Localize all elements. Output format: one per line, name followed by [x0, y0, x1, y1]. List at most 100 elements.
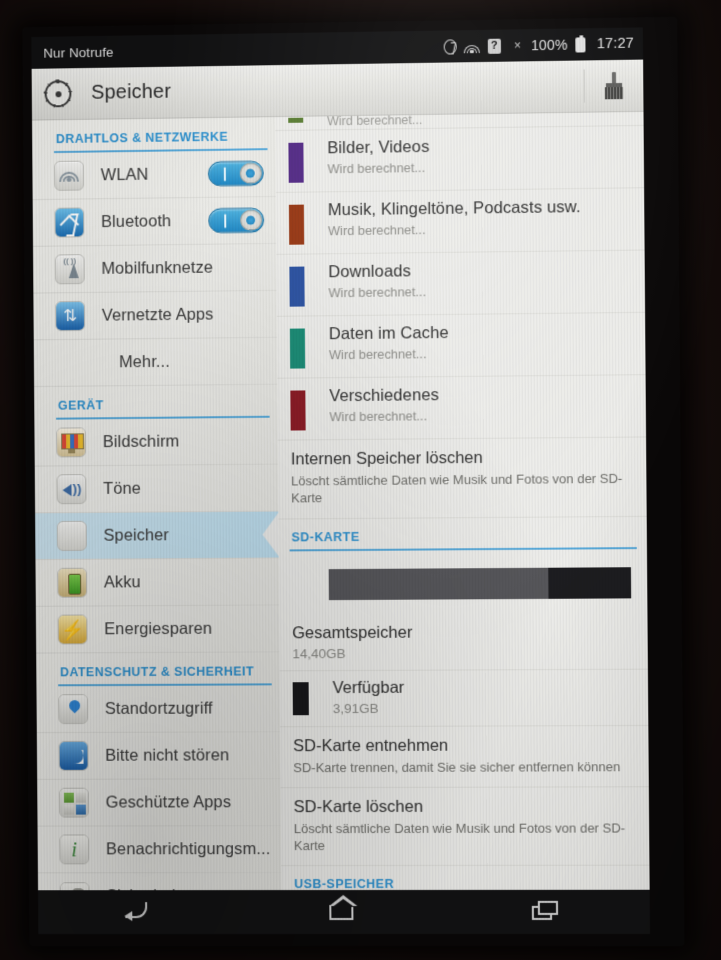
sidebar-item-vernetzte-apps[interactable]: ⇅ Vernetzte Apps: [33, 290, 277, 341]
storage-row-musik[interactable]: Musik, Klingeltöne, Podcasts usw. Wird b…: [275, 188, 645, 255]
storage-status: Wird berechnet...: [328, 346, 427, 363]
speaker-icon: [56, 474, 87, 505]
action-bar-right: [583, 69, 644, 103]
sidebar-item-energiesparen[interactable]: Energiesparen: [35, 605, 280, 654]
available-label: Verfügbar: [332, 678, 405, 697]
sd-usage-bar-wrapper: [279, 549, 648, 617]
sd-card-section-title: SD-KARTE: [291, 529, 360, 544]
sidebar-item-bitte-nicht-stoeren[interactable]: Bitte nicht stören: [36, 732, 281, 780]
action-title: SD-Karte entnehmen: [293, 736, 449, 755]
tablet-screen: Nur Notrufe ? × 100% 17:27 Speicher DRAH…: [31, 27, 650, 935]
wlan-toggle[interactable]: [207, 160, 264, 187]
sidebar-item-mobilfunknetze[interactable]: Mobilfunknetze: [32, 243, 277, 294]
sidebar-item-label: Töne: [103, 479, 141, 498]
bluetooth-icon: [54, 207, 85, 238]
moon-icon: [58, 740, 89, 771]
erase-internal-storage-item[interactable]: Internen Speicher löschen Löscht sämtlic…: [277, 437, 647, 520]
storage-name: Daten im Cache: [328, 323, 449, 344]
content-area: DRAHTLOS & NETZWERKE WLAN Bluetooth (()…: [32, 111, 650, 891]
color-swatch: [288, 117, 304, 123]
lock-icon: [59, 881, 90, 891]
storage-name: Bilder, Videos: [327, 137, 430, 158]
action-description: SD-Karte trennen, damit Sie sie sicher e…: [293, 758, 621, 775]
sidebar-item-label: Akku: [103, 572, 141, 591]
settings-gear-icon[interactable]: [44, 80, 72, 108]
location-pin-icon: [58, 694, 89, 725]
status-icon-group: ? × 100% 17:27: [443, 35, 634, 55]
storage-row-verschiedenes[interactable]: Verschiedenes Wird berechnet...: [277, 375, 647, 441]
sidebar-item-label: Bluetooth: [101, 211, 172, 231]
usage-free-segment: [548, 566, 632, 599]
sync-apps-icon: ⇅: [55, 300, 86, 332]
battery-full-icon: [575, 36, 586, 53]
storage-row-daten-im-cache[interactable]: Daten im Cache Wird berechnet...: [276, 312, 646, 379]
sidebar-item-label: Mobilfunknetze: [101, 258, 214, 278]
recents-icon[interactable]: [524, 897, 571, 927]
sidebar-item-label: WLAN: [100, 165, 149, 184]
color-swatch: [288, 204, 305, 245]
color-swatch: [292, 681, 309, 715]
settings-sidebar[interactable]: DRAHTLOS & NETZWERKE WLAN Bluetooth (()…: [32, 117, 282, 891]
sidebar-item-label: Speicher: [103, 525, 170, 545]
sidebar-section-title-device: GERÄT: [57, 398, 104, 413]
action-description: Löscht sämtliche Daten wie Musik und Fot…: [290, 470, 623, 506]
sidebar-item-sicherheit[interactable]: Sicherheit: [38, 873, 281, 891]
bluetooth-icon: [443, 38, 457, 55]
storage-row-bilder-videos[interactable]: Bilder, Videos Wird berechnet...: [275, 125, 645, 193]
sidebar-item-bildschirm[interactable]: Bildschirm: [34, 417, 278, 467]
storage-row-downloads[interactable]: Downloads Wird berechnet...: [276, 250, 646, 317]
sidebar-item-toene[interactable]: Töne: [34, 464, 279, 514]
status-spacer: [114, 47, 444, 52]
sidebar-item-label: Bitte nicht stören: [105, 745, 230, 765]
total-storage-label: Gesamtspeicher: [292, 623, 413, 642]
clock: 17:27: [596, 35, 634, 53]
battery-percent: 100%: [530, 36, 568, 54]
sidebar-item-label: Mehr...: [118, 352, 170, 371]
eject-sd-card-item[interactable]: SD-Karte entnehmen SD-Karte trennen, dam…: [280, 725, 649, 789]
page-title: Speicher: [91, 80, 172, 104]
sidebar-item-geschuetzte-apps[interactable]: Geschützte Apps: [37, 779, 281, 827]
brush-cleanup-icon[interactable]: [601, 70, 627, 101]
bluetooth-toggle[interactable]: [208, 207, 265, 234]
sidebar-item-label: Benachrichtigungsm...: [105, 839, 271, 858]
sidebar-item-label: Energiesparen: [104, 619, 213, 638]
storage-status: Wird berechnet...: [327, 159, 426, 177]
color-swatch: [290, 390, 306, 431]
storage-name: Verschiedenes: [329, 386, 440, 406]
storage-detail-panel[interactable]: Wird berechnet... Bilder, Videos Wird be…: [275, 111, 650, 891]
available-storage-item[interactable]: Verfügbar 3,91GB: [279, 669, 649, 727]
info-icon: [59, 834, 90, 865]
back-icon[interactable]: [116, 897, 162, 927]
android-navigation-bar[interactable]: [38, 889, 650, 935]
usb-storage-section-title: USB-SPEICHER: [294, 877, 395, 891]
home-icon[interactable]: [319, 897, 365, 927]
color-swatch: [288, 142, 304, 183]
sd-usage-bar: [328, 566, 632, 600]
total-storage-value: 14,40GB: [292, 645, 346, 661]
sidebar-item-standortzugriff[interactable]: Standortzugriff: [36, 685, 281, 734]
battery-multiplier: ×: [513, 38, 522, 53]
storage-status: Wird berechnet...: [327, 222, 426, 239]
device-photo: Nur Notrufe ? × 100% 17:27 Speicher DRAH…: [0, 0, 721, 960]
action-title: SD-Karte löschen: [293, 797, 423, 816]
sidebar-item-wlan[interactable]: WLAN: [32, 150, 276, 201]
sidebar-item-bluetooth[interactable]: Bluetooth: [32, 196, 277, 247]
storage-name: Downloads: [328, 262, 411, 282]
erase-sd-card-item[interactable]: SD-Karte löschen Löscht sämtliche Daten …: [280, 787, 650, 867]
sidebar-item-akku[interactable]: Akku: [35, 558, 280, 607]
sidebar-section-title-wireless: DRAHTLOS & NETZWERKE: [55, 129, 229, 147]
storage-status: Wird berechnet...: [327, 112, 423, 129]
color-swatch: [289, 328, 306, 369]
sidebar-item-speicher[interactable]: Speicher: [35, 511, 279, 561]
action-title: Internen Speicher löschen: [290, 448, 483, 469]
sim-question-icon: ?: [487, 38, 501, 54]
sidebar-item-benachrichtigungsmanager[interactable]: Benachrichtigungsm...: [37, 826, 282, 874]
sidebar-item-label: Geschützte Apps: [105, 792, 232, 812]
total-storage-item[interactable]: Gesamtspeicher 14,40GB: [279, 614, 648, 671]
cell-tower-icon: [54, 254, 85, 285]
sidebar-item-mehr[interactable]: Mehr...: [33, 337, 278, 388]
storage-pie-icon: [56, 520, 87, 551]
display-icon: [56, 427, 87, 458]
sidebar-item-label: Vernetzte Apps: [101, 305, 214, 325]
wifi-icon: [54, 160, 85, 191]
